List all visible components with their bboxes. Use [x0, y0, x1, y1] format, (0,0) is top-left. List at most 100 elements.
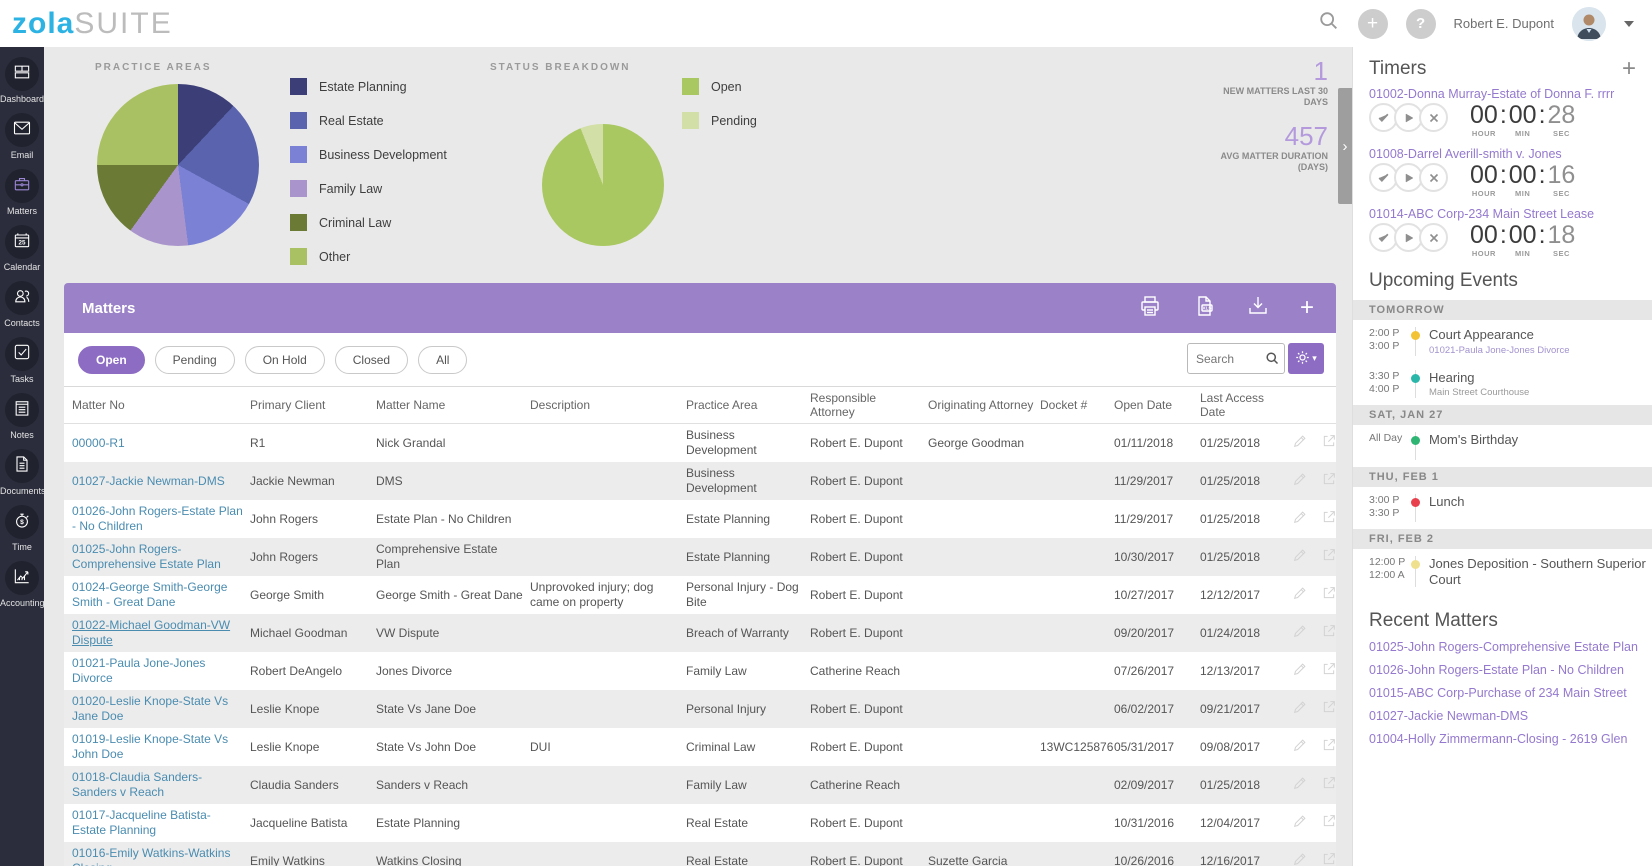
table-row[interactable]: 01025-John Rogers-Comprehensive Estate P… [64, 538, 1336, 576]
timer-matter-link[interactable]: 01008-Darrel Averill-smith v. Jones [1369, 147, 1652, 161]
column-header[interactable]: Matter No [72, 394, 244, 416]
open-in-new-icon[interactable] [1321, 509, 1336, 529]
export-xls-icon[interactable]: XLS [1192, 294, 1216, 323]
event-item[interactable]: 2:00 P 3:00 P Court Appearance 01021-Paul… [1369, 320, 1652, 363]
edit-icon[interactable] [1292, 661, 1308, 681]
search-icon[interactable] [1318, 10, 1340, 37]
edit-icon[interactable] [1292, 775, 1308, 795]
sidebar-item-calendar[interactable]: 25 Calendar [0, 225, 44, 272]
edit-icon[interactable] [1292, 737, 1308, 757]
recent-matter-link[interactable]: 01027-Jackie Newman-DMS [1369, 709, 1652, 723]
open-in-new-icon[interactable] [1321, 433, 1336, 453]
open-in-new-icon[interactable] [1321, 471, 1336, 491]
timer-cancel-button[interactable] [1419, 103, 1448, 132]
help-button[interactable]: ? [1405, 8, 1436, 39]
recent-matter-link[interactable]: 01015-ABC Corp-Purchase of 234 Main Stre… [1369, 686, 1652, 700]
user-avatar[interactable] [1572, 6, 1606, 41]
timer-cancel-button[interactable] [1419, 163, 1448, 192]
recent-matter-link[interactable]: 01026-John Rogers-Estate Plan - No Child… [1369, 663, 1652, 677]
sidebar-item-dashboard[interactable]: Dashboard [0, 57, 44, 104]
table-settings-button[interactable]: ▾ [1288, 343, 1324, 374]
column-header[interactable]: Open Date [1114, 394, 1194, 416]
edit-icon[interactable] [1292, 585, 1308, 605]
table-row[interactable]: 01026-John Rogers-Estate Plan - No Child… [64, 500, 1336, 538]
filter-pill-all[interactable]: All [418, 346, 468, 374]
open-in-new-icon[interactable] [1321, 661, 1336, 681]
matter-no-link[interactable]: 01024-George Smith-George Smith - Great … [72, 580, 227, 609]
event-item[interactable]: 12:00 P 12:00 A Jones Deposition - Southe… [1369, 549, 1652, 594]
open-in-new-icon[interactable] [1321, 623, 1336, 643]
add-button[interactable]: + [1357, 8, 1388, 39]
open-in-new-icon[interactable] [1321, 585, 1336, 605]
open-in-new-icon[interactable] [1321, 699, 1336, 719]
sidebar-item-documents[interactable]: Documents [0, 449, 44, 496]
edit-icon[interactable] [1292, 851, 1308, 866]
sidebar-item-matters[interactable]: Matters [0, 169, 44, 216]
table-row[interactable]: 01016-Emily Watkins-Watkins Closing Emil… [64, 842, 1336, 866]
matter-no-link[interactable]: 01022-Michael Goodman-VW Dispute [72, 618, 230, 647]
column-header[interactable]: Docket # [1040, 394, 1108, 416]
recent-matter-link[interactable]: 01025-John Rogers-Comprehensive Estate P… [1369, 640, 1652, 654]
table-row[interactable]: 01021-Paula Jone-Jones Divorce Robert De… [64, 652, 1336, 690]
column-header[interactable]: Originating Attorney [928, 394, 1034, 416]
open-in-new-icon[interactable] [1321, 737, 1336, 757]
stats-collapse-tab[interactable]: › [1338, 88, 1352, 204]
sidebar-item-accounting[interactable]: Accounting [0, 561, 44, 608]
column-header[interactable]: Description [530, 394, 680, 416]
table-row[interactable]: 00000-R1 R1 Nick Grandal Business Develo… [64, 424, 1336, 462]
add-timer-icon[interactable]: + [1622, 57, 1636, 81]
matter-no-link[interactable]: 01019-Leslie Knope-State Vs John Doe [72, 732, 228, 761]
sidebar-item-notes[interactable]: Notes [0, 393, 44, 440]
table-row[interactable]: 01027-Jackie Newman-DMS Jackie Newman DM… [64, 462, 1336, 500]
sidebar-item-time[interactable]: $ Time [0, 505, 44, 552]
open-in-new-icon[interactable] [1321, 851, 1336, 866]
filter-pill-pending[interactable]: Pending [154, 346, 235, 374]
event-item[interactable]: 3:00 P 3:30 P Lunch [1369, 487, 1652, 529]
sidebar-item-email[interactable]: Email [0, 113, 44, 160]
column-header[interactable]: Last Access Date [1200, 387, 1286, 423]
table-row[interactable]: 01022-Michael Goodman-VW Dispute Michael… [64, 614, 1336, 652]
table-row[interactable]: 01018-Claudia Sanders-Sanders v Reach Cl… [64, 766, 1336, 804]
column-header[interactable]: Responsible Attorney [810, 387, 922, 423]
filter-pill-open[interactable]: Open [78, 346, 145, 374]
filter-pill-on-hold[interactable]: On Hold [244, 346, 325, 374]
event-subtitle[interactable]: 01021-Paula Jone-Jones Divorce [1429, 345, 1652, 356]
table-row[interactable]: 01017-Jacqueline Batista-Estate Planning… [64, 804, 1336, 842]
matter-no-link[interactable]: 01017-Jacqueline Batista-Estate Planning [72, 808, 211, 837]
column-header[interactable]: Matter Name [376, 394, 524, 416]
edit-icon[interactable] [1292, 471, 1308, 491]
edit-icon[interactable] [1292, 699, 1308, 719]
table-row[interactable]: 01024-George Smith-George Smith - Great … [64, 576, 1336, 614]
column-header[interactable]: Primary Client [250, 394, 370, 416]
event-item[interactable]: 3:30 P 4:00 P Hearing Main Street Courtho… [1369, 363, 1652, 406]
matter-no-link[interactable]: 00000-R1 [72, 436, 125, 450]
matter-no-link[interactable]: 01020-Leslie Knope-State Vs Jane Doe [72, 694, 228, 723]
timer-cancel-button[interactable] [1419, 223, 1448, 252]
user-name[interactable]: Robert E. Dupont [1454, 16, 1554, 31]
sidebar-item-tasks[interactable]: Tasks [0, 337, 44, 384]
table-row[interactable]: 01020-Leslie Knope-State Vs Jane Doe Les… [64, 690, 1336, 728]
filter-pill-closed[interactable]: Closed [334, 346, 409, 374]
open-in-new-icon[interactable] [1321, 813, 1336, 833]
edit-icon[interactable] [1292, 433, 1308, 453]
sidebar-item-contacts[interactable]: Contacts [0, 281, 44, 328]
event-item[interactable]: All Day Mom's Birthday [1369, 425, 1652, 467]
recent-matter-link[interactable]: 01004-Holly Zimmermann-Closing - 2619 Gl… [1369, 732, 1652, 746]
matter-no-link[interactable]: 01027-Jackie Newman-DMS [72, 474, 225, 488]
user-menu-caret[interactable] [1624, 20, 1634, 27]
column-header[interactable]: Practice Area [686, 394, 804, 416]
matter-no-link[interactable]: 01021-Paula Jone-Jones Divorce [72, 656, 205, 685]
edit-icon[interactable] [1292, 813, 1308, 833]
add-matter-icon[interactable]: + [1300, 296, 1314, 320]
table-row[interactable]: 01019-Leslie Knope-State Vs John Doe Les… [64, 728, 1336, 766]
open-in-new-icon[interactable] [1321, 775, 1336, 795]
matters-search-input[interactable] [1187, 343, 1285, 374]
edit-icon[interactable] [1292, 509, 1308, 529]
print-icon[interactable] [1138, 294, 1162, 323]
open-in-new-icon[interactable] [1321, 547, 1336, 567]
matter-no-link[interactable]: 01016-Emily Watkins-Watkins Closing [72, 846, 230, 866]
timer-matter-link[interactable]: 01002-Donna Murray-Estate of Donna F. rr… [1369, 87, 1652, 101]
download-icon[interactable] [1246, 294, 1270, 323]
edit-icon[interactable] [1292, 547, 1308, 567]
edit-icon[interactable] [1292, 623, 1308, 643]
